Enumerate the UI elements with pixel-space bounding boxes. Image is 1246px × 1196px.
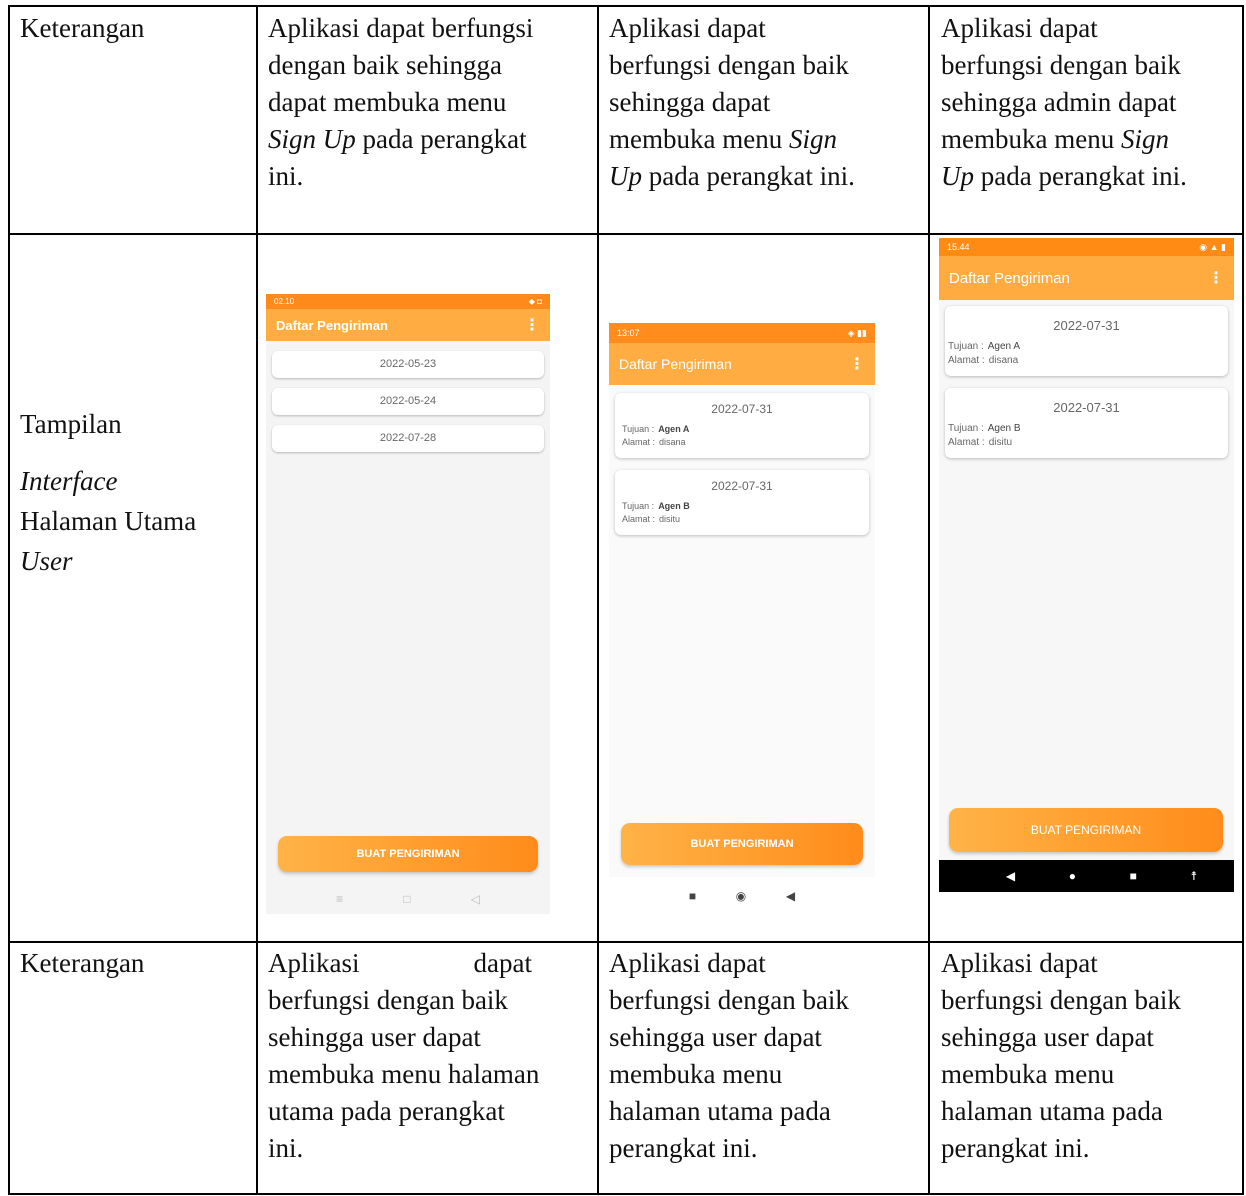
app-title: Daftar Pengiriman	[276, 317, 388, 333]
status-bar: 02.10 ◆ ◘	[266, 294, 550, 309]
back-icon[interactable]: ◀	[1006, 869, 1015, 883]
shipment-card[interactable]: 2022-07-31 Tujuan : Agen B Alamat : disitu	[945, 388, 1228, 458]
card-tujuan: Tujuan : Agen B	[622, 501, 690, 511]
create-shipment-button[interactable]: BUAT PENGIRIMAN	[621, 823, 863, 865]
shipment-card[interactable]: 2022-07-31 Tujuan : Agen A Alamat : disana	[945, 306, 1228, 376]
app-bar: Daftar Pengiriman ⋮	[266, 309, 550, 341]
recents-icon[interactable]: ■	[1130, 869, 1137, 883]
create-shipment-button[interactable]: BUAT PENGIRIMAN	[949, 808, 1223, 852]
nav-bar: ≡ □ ◁	[266, 884, 550, 914]
back-icon[interactable]: ◁	[471, 892, 480, 906]
table-row-divider	[8, 233, 1244, 235]
card-alamat: Alamat : disitu	[622, 514, 681, 524]
overflow-menu-icon[interactable]: ⋮	[1208, 268, 1224, 288]
overflow-menu-icon[interactable]: ⋮	[849, 354, 865, 374]
row2-label: Tampilan Interface Halaman Utama User	[20, 409, 197, 576]
overflow-menu-icon[interactable]: ⋮	[524, 315, 540, 335]
row3-cell-1: Aplikasi dapat berfungsi dengan baik sehi…	[268, 948, 540, 1163]
phone-screenshot-2: 13:07 ◈ ▮▮ Daftar Pengiriman ⋮ 2022-07-3…	[609, 323, 875, 915]
date-list-item[interactable]: 2022-05-24	[272, 388, 544, 415]
shipment-card[interactable]: 2022-07-31 Tujuan : Agen A Alamat : disana	[615, 393, 869, 458]
app-title: Daftar Pengiriman	[619, 356, 732, 372]
row1-cell-3: Aplikasi dapat berfungsi dengan baik seh…	[941, 13, 1187, 191]
app-bar: Daftar Pengiriman ⋮	[609, 343, 875, 385]
table-border-top	[8, 5, 1244, 7]
create-shipment-button[interactable]: BUAT PENGIRIMAN	[278, 836, 538, 872]
table-col-divider	[597, 5, 599, 1195]
table-col-divider	[928, 5, 930, 1195]
row3-label: Keterangan	[20, 948, 145, 978]
home-icon[interactable]: □	[403, 892, 410, 906]
table-col-divider	[256, 5, 258, 1195]
accessibility-icon[interactable]: ☨	[1191, 869, 1198, 883]
date-list-item[interactable]: 2022-07-28	[272, 425, 544, 452]
row3-cell-3: Aplikasi dapat berfungsi dengan baik seh…	[941, 948, 1181, 1163]
row3-cell-2: Aplikasi dapat berfungsi dengan baik seh…	[609, 948, 849, 1163]
status-icons: ◉ ▲ ▮	[1199, 241, 1226, 252]
home-icon[interactable]: ●	[1069, 869, 1076, 883]
card-tujuan: Tujuan : Agen B	[948, 423, 1021, 434]
table-border-left	[8, 5, 10, 1195]
app-bar: Daftar Pengiriman ⋮	[939, 256, 1234, 300]
status-time: 15.44	[947, 242, 970, 252]
recents-icon[interactable]: ■	[689, 889, 696, 903]
shipment-card[interactable]: 2022-07-31 Tujuan : Agen B Alamat : disitu	[615, 470, 869, 535]
card-tujuan: Tujuan : Agen A	[622, 424, 690, 434]
app-title: Daftar Pengiriman	[949, 269, 1070, 287]
card-date: 2022-07-31	[1053, 400, 1120, 415]
nav-bar: ■ ◉ ◀	[609, 877, 875, 915]
card-tujuan: Tujuan : Agen A	[948, 341, 1021, 352]
row1-label: Keterangan	[20, 13, 145, 43]
back-icon[interactable]: ◀	[786, 889, 795, 903]
status-bar: 13:07 ◈ ▮▮	[609, 323, 875, 343]
row1-cell-2: Aplikasi dapat berfungsi dengan baik seh…	[609, 13, 855, 191]
card-date: 2022-07-31	[1053, 318, 1120, 333]
date-list-item[interactable]: 2022-05-23	[272, 351, 544, 378]
recents-icon[interactable]: ≡	[336, 892, 343, 906]
nav-bar: ◀ ● ■ ☨	[939, 860, 1234, 892]
table-border-right	[1242, 5, 1244, 1195]
phone-screenshot-1: 02.10 ◆ ◘ Daftar Pengiriman ⋮ 2022-05-23…	[266, 294, 550, 914]
home-icon[interactable]: ◉	[736, 889, 746, 903]
card-date: 2022-07-31	[711, 479, 773, 493]
row1-cell-1: Aplikasi dapat berfungsi dengan baik seh…	[268, 13, 534, 191]
card-date: 2022-07-31	[711, 402, 773, 416]
table-border-bottom	[8, 1193, 1244, 1195]
card-alamat: Alamat : disana	[622, 437, 686, 447]
card-alamat: Alamat : disana	[948, 355, 1019, 366]
card-alamat: Alamat : disitu	[948, 437, 1013, 448]
status-time: 02.10	[274, 297, 295, 306]
phone-screenshot-3: 15.44 ◉ ▲ ▮ Daftar Pengiriman ⋮ 2022-07-…	[939, 238, 1234, 892]
status-icons: ◆ ◘	[528, 297, 542, 306]
status-bar: 15.44 ◉ ▲ ▮	[939, 238, 1234, 256]
table-row-divider	[8, 941, 1244, 943]
status-time: 13:07	[617, 328, 640, 338]
status-icons: ◈ ▮▮	[847, 327, 867, 338]
